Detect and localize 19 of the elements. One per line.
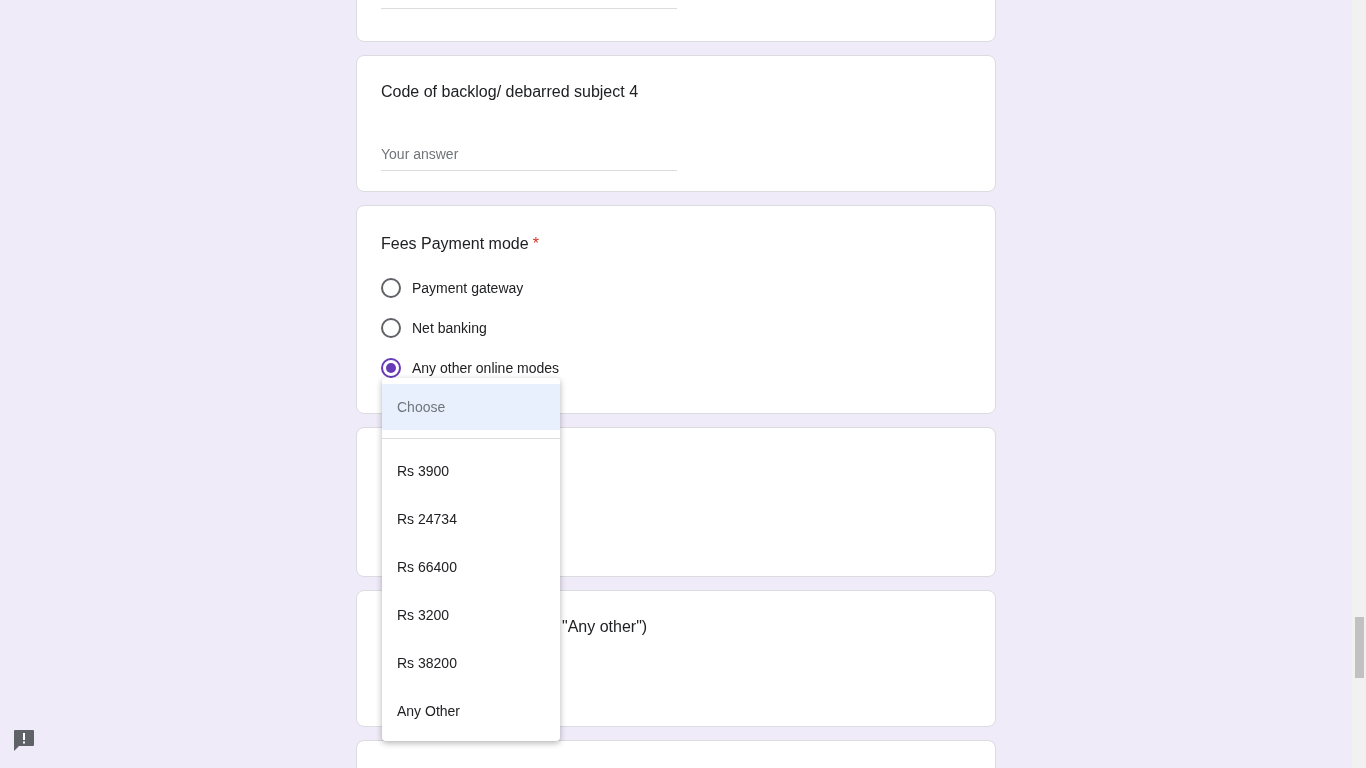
- radio-button[interactable]: [381, 318, 401, 338]
- feedback-icon[interactable]: [13, 729, 35, 751]
- dropdown-option[interactable]: Any Other: [382, 687, 560, 735]
- dropdown-option[interactable]: Rs 66400: [382, 543, 560, 591]
- question-title: Code of backlog/ debarred subject 4: [381, 82, 640, 102]
- dropdown-option[interactable]: Rs 3900: [382, 447, 560, 495]
- required-mark: *: [532, 234, 539, 254]
- question-title: Fees Payment mode: [381, 234, 529, 254]
- answer-field[interactable]: Your answer: [381, 144, 677, 171]
- dropdown-option[interactable]: Choose: [382, 384, 560, 430]
- dropdown-option[interactable]: Rs 38200: [382, 639, 560, 687]
- dropdown-option[interactable]: Rs 24734: [382, 495, 560, 543]
- radio-button[interactable]: [381, 278, 401, 298]
- option-label: Payment gateway: [412, 278, 524, 298]
- scrollbar[interactable]: [1352, 0, 1366, 768]
- question-title: "Any other"): [562, 617, 649, 637]
- option-label: Any other online modes: [412, 358, 560, 378]
- option-label: Net banking: [412, 318, 487, 338]
- dropdown-option[interactable]: Rs 3200: [382, 591, 560, 639]
